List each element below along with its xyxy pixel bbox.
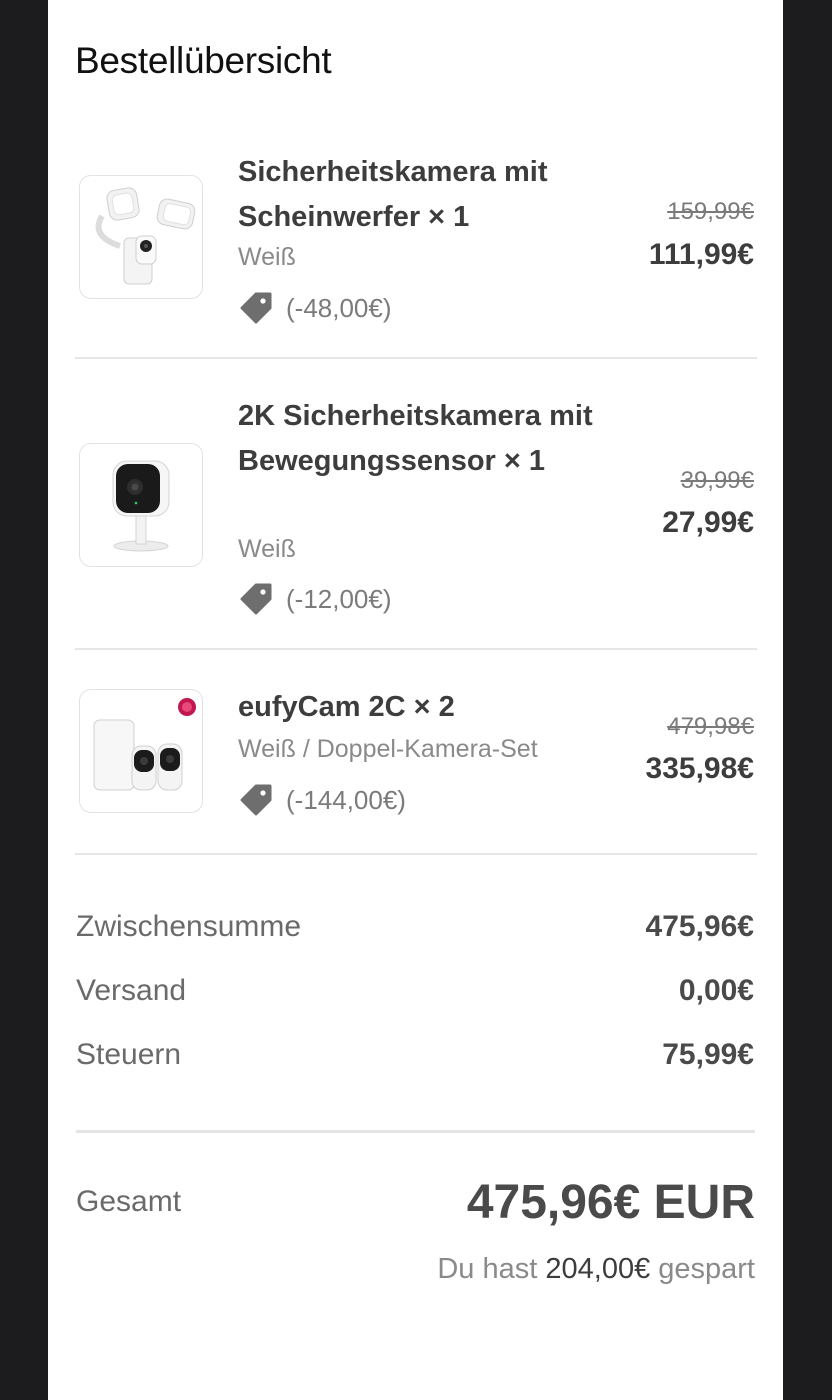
- price-tag-icon: [240, 784, 272, 816]
- original-price: 39,99€: [680, 467, 754, 494]
- tax-label: Steuern: [76, 1038, 182, 1071]
- sale-price: 111,99€: [648, 238, 754, 271]
- discount-amount: (-144,00€): [286, 784, 406, 815]
- tax-value: 75,99€: [662, 1038, 754, 1071]
- product-name[interactable]: eufyCam 2C × 2: [238, 685, 598, 730]
- product-variant: Weiß / Doppel-Kamera-Set: [238, 735, 538, 763]
- product-name[interactable]: 2K Sicherheitskamera mit Bewegungssensor…: [238, 394, 598, 484]
- product-name[interactable]: Sicherheitskamera mit Scheinwerfer × 1: [238, 150, 598, 240]
- shipping-row: Versand 0,00€: [76, 974, 754, 1014]
- total-label: Gesamt: [76, 1185, 182, 1218]
- price-tag-icon: [240, 292, 272, 324]
- tax-row: Steuern 75,99€: [76, 1038, 754, 1078]
- subtotal-value: 475,96€: [645, 910, 754, 943]
- divider: [75, 357, 757, 359]
- order-summary-sheet: Bestellübersicht Sicherheitskamera mit S…: [48, 0, 783, 1400]
- product-image-indoor-camera: [79, 443, 203, 567]
- divider: [75, 853, 757, 855]
- divider: [75, 648, 757, 650]
- discount-row: (-144,00€): [238, 782, 406, 818]
- floodlight-camera-icon: [95, 187, 196, 285]
- page-title: Bestellübersicht: [75, 40, 332, 81]
- line-item: 2K Sicherheitskamera mit Bewegungssensor…: [75, 394, 757, 624]
- subtotal-label: Zwischensumme: [76, 910, 302, 943]
- sale-price: 27,99€: [662, 506, 754, 539]
- discount-amount: (-12,00€): [286, 583, 392, 614]
- savings-note: Du hast 204,00€ gespart: [437, 1253, 755, 1286]
- product-variant: Weiß: [238, 535, 296, 563]
- discount-row: (-48,00€): [238, 290, 392, 326]
- shipping-label: Versand: [76, 974, 187, 1007]
- subtotal-row: Zwischensumme 475,96€: [76, 910, 754, 950]
- savings-amount: 204,00€: [545, 1253, 651, 1285]
- product-variant: Weiß: [238, 243, 296, 271]
- discount-amount: (-48,00€): [286, 292, 392, 323]
- discount-row: (-12,00€): [238, 581, 392, 617]
- original-price: 159,99€: [667, 198, 754, 225]
- product-image-floodlight-camera: [79, 175, 203, 299]
- total-value: 475,96€ EUR: [466, 1176, 755, 1229]
- savings-prefix: Du hast: [437, 1253, 538, 1285]
- product-image-camera-set: [79, 689, 203, 813]
- divider: [76, 1130, 755, 1133]
- indoor-camera-icon: [112, 460, 170, 552]
- camera-set-icon: [93, 698, 196, 791]
- line-item: Sicherheitskamera mit Scheinwerfer × 1 W…: [75, 150, 757, 330]
- price-tag-icon: [240, 583, 272, 615]
- savings-suffix: gespart: [658, 1253, 755, 1285]
- shipping-value: 0,00€: [678, 974, 754, 1007]
- sale-price: 335,98€: [645, 752, 754, 785]
- line-item: eufyCam 2C × 2 Weiß / Doppel-Kamera-Set …: [75, 685, 757, 825]
- original-price: 479,98€: [667, 713, 754, 740]
